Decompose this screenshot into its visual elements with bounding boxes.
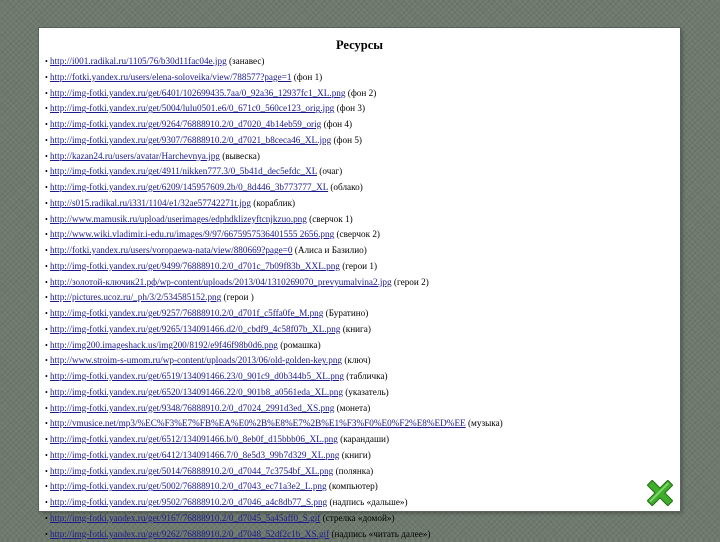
reference-note: (вывеска)	[220, 151, 260, 161]
list-item: •http://pictures.ucoz.ru/_ph/3/2/5345851…	[45, 290, 679, 306]
list-item: •http://img-fotki.yandex.ru/get/9307/768…	[45, 133, 679, 149]
reference-note: (герои 2)	[392, 277, 429, 287]
reference-note: (Алиса и Базилио)	[292, 245, 366, 255]
reference-note: (карандаши)	[338, 434, 389, 444]
reference-link[interactable]: http://img-fotki.yandex.ru/get/9499/7688…	[50, 261, 340, 271]
list-item: •http://img-fotki.yandex.ru/get/9167/768…	[45, 511, 679, 527]
reference-link[interactable]: http://img-fotki.yandex.ru/get/6512/1340…	[50, 434, 338, 444]
reference-link[interactable]: http://img200.imageshack.us/img200/8192/…	[50, 340, 278, 350]
reference-link[interactable]: http://img-fotki.yandex.ru/get/9167/7688…	[50, 513, 320, 523]
reference-link[interactable]: http://www.wiki.vladimir.i-edu.ru/images…	[50, 229, 334, 239]
reference-link[interactable]: http://img-fotki.yandex.ru/get/4911/nikk…	[50, 166, 317, 176]
list-item: •http://kazan24.ru/users/avatar/Harchevn…	[45, 149, 679, 165]
reference-link[interactable]: http://img-fotki.yandex.ru/get/9502/7688…	[50, 497, 327, 507]
reference-link[interactable]: http://fotki.yandex.ru/users/elena-solov…	[50, 72, 291, 82]
reference-link[interactable]: http://www.mamusik.ru/upload/userimages/…	[50, 214, 307, 224]
reference-note: (кораблик)	[251, 198, 295, 208]
reference-link[interactable]: http://img-fotki.yandex.ru/get/5014/7688…	[50, 466, 333, 476]
reference-link[interactable]: http://pictures.ucoz.ru/_ph/3/2/53458515…	[50, 292, 221, 302]
reference-note: (очаг)	[317, 166, 342, 176]
slide-title: Ресурсы	[39, 38, 680, 53]
reference-link[interactable]: http://img-fotki.yandex.ru/get/9265/1340…	[50, 324, 340, 334]
reference-note: (табличка)	[344, 371, 388, 381]
list-item: •http://img-fotki.yandex.ru/get/6412/134…	[45, 448, 679, 464]
reference-note: (облако)	[328, 182, 363, 192]
list-item: •http://www.wiki.vladimir.i-edu.ru/image…	[45, 227, 679, 243]
list-item: •http://img-fotki.yandex.ru/get/6520/134…	[45, 385, 679, 401]
reference-note: (книга)	[340, 324, 371, 334]
reference-note: (надпись «дальше»)	[327, 497, 407, 507]
reference-note: (герои 1)	[340, 261, 377, 271]
reference-note: (Буратино)	[323, 308, 368, 318]
list-item: •http://fotki.yandex.ru/users/elena-solo…	[45, 70, 679, 86]
reference-link[interactable]: http://img-fotki.yandex.ru/get/6209/1459…	[50, 182, 328, 192]
reference-link[interactable]: http://img-fotki.yandex.ru/get/5004/lulu…	[50, 103, 334, 113]
reference-note: (фон 2)	[346, 88, 377, 98]
list-item: •http://золотой-ключик21.рф/wp-content/u…	[45, 275, 679, 291]
reference-note: (фон 1)	[291, 72, 322, 82]
reference-link[interactable]: http://img-fotki.yandex.ru/get/6401/1026…	[50, 88, 346, 98]
reference-note: (надпись «читать далее»)	[329, 529, 430, 539]
reference-note: (полянка)	[333, 466, 373, 476]
slide-panel: Ресурсы •http://i001.radikal.ru/1105/76/…	[39, 28, 680, 511]
list-item: •http://fotki.yandex.ru/users/voropaewa-…	[45, 243, 679, 259]
reference-link[interactable]: http://i001.radikal.ru/1105/76/b30d11fac…	[50, 56, 227, 66]
reference-note: (стрелка «домой»)	[320, 513, 394, 523]
close-cross-icon	[642, 475, 678, 511]
list-item: •http://img-fotki.yandex.ru/get/5014/768…	[45, 464, 679, 480]
reference-link[interactable]: http://img-fotki.yandex.ru/get/6519/1340…	[50, 371, 344, 381]
list-item: •http://i001.radikal.ru/1105/76/b30d11fa…	[45, 54, 679, 70]
list-item: •http://img-fotki.yandex.ru/get/9264/768…	[45, 117, 679, 133]
reference-note: (ромашка)	[278, 340, 321, 350]
reference-link[interactable]: http://img-fotki.yandex.ru/get/9307/7688…	[50, 135, 331, 145]
reference-link[interactable]: http://img-fotki.yandex.ru/get/6520/1340…	[50, 387, 343, 397]
reference-note: (фон 5)	[331, 135, 362, 145]
list-item: •http://img-fotki.yandex.ru/get/4911/nik…	[45, 164, 679, 180]
reference-list: •http://i001.radikal.ru/1105/76/b30d11fa…	[45, 54, 679, 542]
reference-link[interactable]: http://fotki.yandex.ru/users/voropaewa-n…	[50, 245, 292, 255]
reference-note: (ключ)	[342, 355, 371, 365]
reference-note: (музыка)	[466, 418, 503, 428]
list-item: •http://vmusice.net/mp3/%EC%F3%E7%FB%EA%…	[45, 416, 679, 432]
list-item: •http://img-fotki.yandex.ru/get/9257/768…	[45, 306, 679, 322]
close-button[interactable]	[642, 475, 678, 511]
list-item: •http://img-fotki.yandex.ru/get/9502/768…	[45, 495, 679, 511]
list-item: •http://s015.radikal.ru/i331/1104/e1/32a…	[45, 196, 679, 212]
reference-link[interactable]: http://www.stroim-s-umom.ru/wp-content/u…	[50, 355, 342, 365]
reference-note: (указатель)	[343, 387, 389, 397]
reference-note: (фон 4)	[321, 119, 352, 129]
reference-link[interactable]: http://золотой-ключик21.рф/wp-content/up…	[50, 277, 392, 287]
list-item: •http://img-fotki.yandex.ru/get/9348/768…	[45, 401, 679, 417]
reference-note: (сверчок 2)	[334, 229, 380, 239]
list-item: •http://img-fotki.yandex.ru/get/5004/lul…	[45, 101, 679, 117]
reference-link[interactable]: http://img-fotki.yandex.ru/get/6412/1340…	[50, 450, 339, 460]
reference-link[interactable]: http://img-fotki.yandex.ru/get/9348/7688…	[50, 403, 334, 413]
reference-note: (компьютер)	[327, 481, 378, 491]
reference-note: (герои )	[221, 292, 254, 302]
list-item: •http://img-fotki.yandex.ru/get/6401/102…	[45, 86, 679, 102]
reference-note: (монета)	[334, 403, 370, 413]
reference-link[interactable]: http://img-fotki.yandex.ru/get/9257/7688…	[50, 308, 323, 318]
list-item: •http://img-fotki.yandex.ru/get/6209/145…	[45, 180, 679, 196]
reference-link[interactable]: http://kazan24.ru/users/avatar/Harchevny…	[50, 151, 220, 161]
reference-link[interactable]: http://img-fotki.yandex.ru/get/5002/7688…	[50, 481, 327, 491]
list-item: •http://img-fotki.yandex.ru/get/6519/134…	[45, 369, 679, 385]
reference-note: (фон 3)	[334, 103, 365, 113]
reference-link[interactable]: http://s015.radikal.ru/i331/1104/e1/32ae…	[50, 198, 251, 208]
reference-link[interactable]: http://img-fotki.yandex.ru/get/9262/7688…	[50, 529, 329, 539]
reference-note: (сверчок 1)	[307, 214, 353, 224]
reference-note: (книги)	[339, 450, 370, 460]
list-item: •http://img-fotki.yandex.ru/get/9265/134…	[45, 322, 679, 338]
reference-link[interactable]: http://img-fotki.yandex.ru/get/9264/7688…	[50, 119, 321, 129]
list-item: •http://img200.imageshack.us/img200/8192…	[45, 338, 679, 354]
list-item: •http://www.stroim-s-umom.ru/wp-content/…	[45, 353, 679, 369]
reference-note: (занавес)	[227, 56, 265, 66]
list-item: •http://www.mamusik.ru/upload/userimages…	[45, 212, 679, 228]
list-item: •http://img-fotki.yandex.ru/get/9499/768…	[45, 259, 679, 275]
list-item: •http://img-fotki.yandex.ru/get/6512/134…	[45, 432, 679, 448]
reference-link[interactable]: http://vmusice.net/mp3/%EC%F3%E7%FB%EA%E…	[50, 418, 466, 428]
list-item: •http://img-fotki.yandex.ru/get/5002/768…	[45, 479, 679, 495]
